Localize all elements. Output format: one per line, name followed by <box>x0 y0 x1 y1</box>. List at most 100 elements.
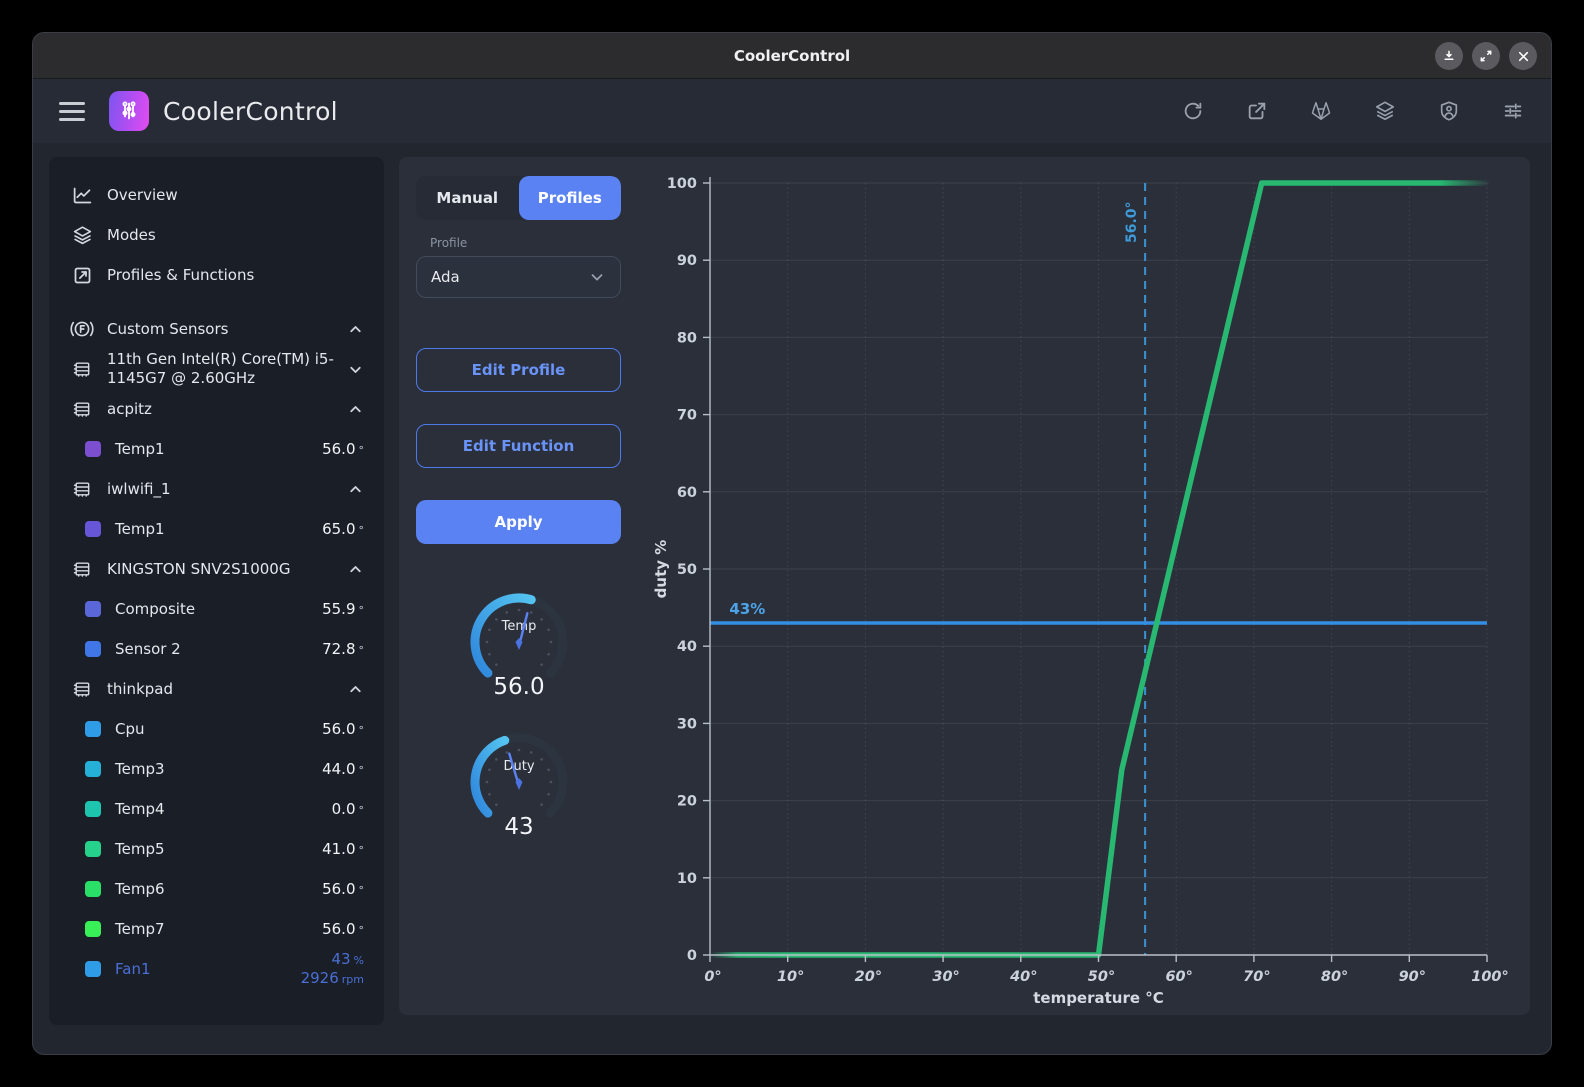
svg-text:80°: 80° <box>1321 969 1348 985</box>
svg-text:0°: 0° <box>704 969 721 985</box>
device-row[interactable]: iwlwifi_1 <box>63 469 370 509</box>
profile-select[interactable]: Ada <box>416 256 621 298</box>
settings-button[interactable] <box>1501 99 1525 123</box>
duty-gauge: Duty 43 <box>459 726 579 862</box>
svg-text:90°: 90° <box>1399 969 1426 985</box>
svg-text:10: 10 <box>677 871 697 887</box>
mode-tabs: Manual Profiles <box>416 176 621 220</box>
gauges: Temp 56.0 Duty 43 <box>416 586 621 862</box>
edit-function-button[interactable]: Edit Function <box>416 424 621 468</box>
sidebar-item-overview[interactable]: Overview <box>63 175 370 215</box>
profile-select-value: Ada <box>431 268 460 286</box>
sensor-row-temp1[interactable]: Temp1 65.0° <box>63 509 370 549</box>
sensor-color-swatch <box>85 441 101 457</box>
svg-text:Duty: Duty <box>503 759 534 774</box>
svg-text:90: 90 <box>677 253 697 269</box>
minimize-to-tray-button[interactable] <box>1435 42 1463 70</box>
svg-text:10°: 10° <box>777 969 804 985</box>
sensor-color-swatch <box>85 721 101 737</box>
svg-text:40°: 40° <box>1009 969 1037 985</box>
sensor-row-temp4[interactable]: Temp4 0.0° <box>63 789 370 829</box>
chevron-up-icon[interactable] <box>347 321 364 338</box>
svg-text:20: 20 <box>677 794 697 810</box>
edit-profile-button[interactable]: Edit Profile <box>416 348 621 392</box>
chevron-up-icon[interactable] <box>347 481 364 498</box>
sensor-row-sensor-2[interactable]: Sensor 2 72.8° <box>63 629 370 669</box>
chevron-down-icon <box>588 268 606 286</box>
line-chart-icon <box>69 185 95 206</box>
tab-manual[interactable]: Manual <box>416 176 519 220</box>
shield-user-icon <box>1438 100 1460 122</box>
access-protection-button[interactable] <box>1437 99 1461 123</box>
svg-text:20°: 20° <box>855 969 882 985</box>
svg-text:0: 0 <box>687 948 697 964</box>
svg-text:duty %: duty % <box>652 540 670 599</box>
tab-profiles[interactable]: Profiles <box>519 176 622 220</box>
close-icon <box>1517 50 1530 63</box>
sidebar-item-profiles-functions[interactable]: Profiles & Functions <box>63 255 370 295</box>
open-external-button[interactable] <box>1245 99 1269 123</box>
sensor-row-composite[interactable]: Composite 55.9° <box>63 589 370 629</box>
device-row[interactable]: thinkpad <box>63 669 370 709</box>
sidebar-item-custom-sensors[interactable]: Custom Sensors <box>63 309 370 349</box>
close-button[interactable] <box>1509 42 1537 70</box>
chevron-up-icon[interactable] <box>347 561 364 578</box>
temp-gauge: Temp 56.0 <box>459 586 579 722</box>
sidebar-item-modes[interactable]: Modes <box>63 215 370 255</box>
expand-icon <box>1479 49 1493 63</box>
svg-text:100: 100 <box>667 176 697 192</box>
sensor-row-temp3[interactable]: Temp3 44.0° <box>63 749 370 789</box>
refresh-icon <box>1182 100 1204 122</box>
sensor-color-swatch <box>85 521 101 537</box>
sensor-row-cpu[interactable]: Cpu 56.0° <box>63 709 370 749</box>
device-row[interactable]: KINGSTON SNV2S1000G <box>63 549 370 589</box>
chevron-down-icon[interactable] <box>347 361 364 378</box>
sensor-row-temp6[interactable]: Temp6 56.0° <box>63 869 370 909</box>
app-header: CoolerControl <box>33 79 1551 143</box>
svg-text:70°: 70° <box>1243 969 1270 985</box>
svg-text:Temp: Temp <box>500 619 536 634</box>
sensor-row-fan1[interactable]: Fan1 43% 2926rpm <box>63 949 370 989</box>
sensor-color-swatch <box>85 881 101 897</box>
download-icon <box>1442 49 1456 63</box>
profile-field-label: Profile <box>430 236 621 250</box>
svg-text:temperature °C: temperature °C <box>1033 989 1164 1007</box>
gitlab-icon <box>1310 100 1332 122</box>
apply-button[interactable]: Apply <box>416 500 621 544</box>
menu-toggle-button[interactable] <box>59 102 85 121</box>
gitlab-link-button[interactable] <box>1309 99 1333 123</box>
function-sensor-icon <box>69 318 95 340</box>
sliders-icon <box>1502 100 1524 122</box>
chip-icon <box>69 359 95 379</box>
sidebar: Overview Modes Profiles & Functions Cust… <box>49 157 384 1025</box>
sensor-row-temp1[interactable]: Temp1 56.0° <box>63 429 370 469</box>
chevron-up-icon[interactable] <box>347 401 364 418</box>
refresh-button[interactable] <box>1181 99 1205 123</box>
sensor-color-swatch <box>85 841 101 857</box>
svg-text:100°: 100° <box>1471 969 1509 985</box>
sensor-color-swatch <box>85 641 101 657</box>
svg-text:60: 60 <box>677 485 697 501</box>
svg-text:60°: 60° <box>1165 969 1192 985</box>
sensor-row-temp7[interactable]: Temp7 56.0° <box>63 909 370 949</box>
svg-text:30: 30 <box>677 716 697 732</box>
chevron-up-icon[interactable] <box>347 681 364 698</box>
layers-icon <box>69 225 95 246</box>
sensor-row-temp5[interactable]: Temp5 41.0° <box>63 829 370 869</box>
controls-column: Manual Profiles Profile Ada Edit Profile… <box>416 176 621 862</box>
svg-text:56.0°: 56.0° <box>1124 201 1140 243</box>
app-logo <box>109 91 149 131</box>
svg-text:70: 70 <box>677 408 697 424</box>
cooler-control-logo-icon <box>117 99 141 123</box>
app-title: CoolerControl <box>163 97 338 126</box>
device-row[interactable]: acpitz <box>63 389 370 429</box>
chip-icon <box>69 559 95 579</box>
chip-icon <box>69 399 95 419</box>
modes-shortcut-button[interactable] <box>1373 99 1397 123</box>
titlebar: CoolerControl <box>33 33 1551 79</box>
maximize-button[interactable] <box>1472 42 1500 70</box>
window-title: CoolerControl <box>734 47 850 65</box>
svg-text:43%: 43% <box>729 600 765 618</box>
device-row[interactable]: 11th Gen Intel(R) Core(TM) i5-1145G7 @ 2… <box>63 349 370 389</box>
sensor-color-swatch <box>85 961 101 977</box>
